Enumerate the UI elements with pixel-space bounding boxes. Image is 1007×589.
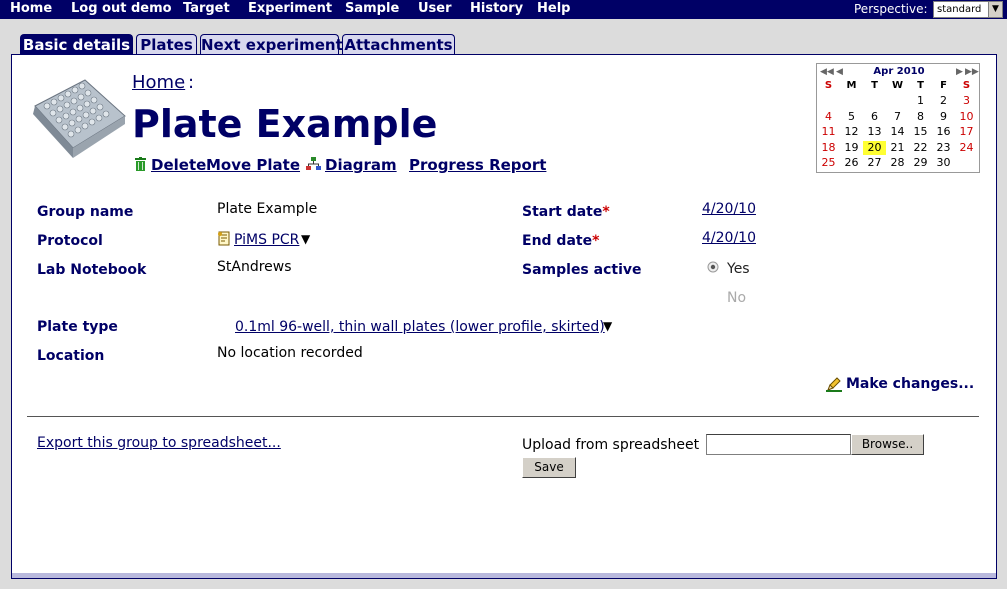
calendar-weekday-header: F: [940, 80, 947, 91]
nav-history[interactable]: History: [470, 1, 523, 17]
browse-button[interactable]: Browse..: [851, 434, 924, 455]
calendar-weekday-header: W: [891, 80, 904, 91]
samples-active-no: No: [727, 290, 747, 306]
calendar-day-today[interactable]: 20: [863, 140, 886, 155]
diagram-icon[interactable]: [306, 157, 321, 171]
tab-next-experiment[interactable]: Next experiment: [200, 34, 343, 55]
nav-home[interactable]: Home: [10, 1, 52, 17]
calendar-day[interactable]: 15: [909, 125, 932, 139]
nav-user[interactable]: User: [418, 1, 452, 17]
nav-sample[interactable]: Sample: [345, 1, 399, 17]
calendar-day[interactable]: 3: [955, 94, 978, 108]
calendar-weekday-header: T: [917, 80, 924, 91]
protocol-link[interactable]: PiMS PCR: [234, 231, 299, 249]
perspective-label: Perspective:: [854, 2, 928, 16]
calendar-weekday-header: S: [824, 80, 833, 91]
calendar-day[interactable]: 21: [886, 141, 909, 155]
calendar-day[interactable]: 1: [909, 94, 932, 108]
protocol-icon: [218, 231, 230, 246]
end-date-label: End date*: [522, 233, 600, 249]
top-navigation-bar: Home Log out demo Target Experiment Samp…: [0, 0, 1007, 19]
required-marker: *: [602, 204, 610, 220]
move-plate-link[interactable]: Move Plate: [206, 155, 300, 175]
lab-notebook-value: StAndrews: [217, 259, 292, 275]
calendar-day[interactable]: 4: [817, 110, 840, 124]
calendar-day[interactable]: 14: [886, 125, 909, 139]
breadcrumb-separator: :: [188, 72, 195, 93]
location-value: No location recorded: [217, 345, 363, 361]
samples-active-yes-radio[interactable]: [707, 261, 719, 273]
lab-notebook-label: Lab Notebook: [37, 262, 147, 278]
calendar-day[interactable]: 16: [932, 125, 955, 139]
next-month-icon[interactable]: ▶: [956, 66, 963, 78]
chevron-down-icon: ▼: [988, 2, 1002, 17]
calendar-weekday-header: M: [846, 80, 857, 91]
calendar-day[interactable]: 12: [840, 125, 863, 139]
nav-log-out[interactable]: Log out demo: [71, 1, 172, 17]
nav-target[interactable]: Target: [183, 1, 230, 17]
calendar-day[interactable]: 11: [817, 125, 840, 139]
calendar-day[interactable]: 24: [955, 141, 978, 155]
save-button[interactable]: Save: [522, 457, 576, 478]
calendar-widget: ◀◀ ◀ Apr 2010 ▶ ▶▶ S M T W T F S 1 2 3 4 5 6 7 8 9 10 11 1…: [816, 63, 980, 173]
page-title: Plate Example: [132, 102, 438, 146]
calendar-day[interactable]: 18: [817, 141, 840, 155]
upload-label: Upload from spreadsheet: [522, 437, 700, 453]
trash-icon[interactable]: [135, 157, 146, 171]
calendar-day[interactable]: 26: [840, 156, 863, 170]
delete-link[interactable]: Delete: [151, 155, 206, 175]
calendar-day[interactable]: 25: [817, 156, 840, 170]
calendar-day[interactable]: 19: [840, 141, 863, 155]
calendar-day[interactable]: 30: [932, 156, 955, 170]
group-name-value: Plate Example: [217, 201, 318, 217]
calendar-day[interactable]: 23: [932, 141, 955, 155]
calendar-weekday-header: T: [871, 80, 878, 91]
breadcrumb-home-link[interactable]: Home: [132, 72, 185, 94]
group-name-label: Group name: [37, 204, 134, 220]
calendar-day[interactable]: 10: [955, 110, 978, 124]
end-date-link[interactable]: 4/20/10: [702, 229, 756, 247]
tab-attachments[interactable]: Attachments: [342, 34, 455, 55]
location-label: Location: [37, 348, 105, 364]
calendar-day[interactable]: 2: [932, 94, 955, 108]
plate-type-link[interactable]: 0.1ml 96-well, thin wall plates (lower p…: [235, 318, 605, 336]
pencil-icon[interactable]: [826, 377, 842, 392]
samples-active-label: Samples active: [522, 262, 642, 278]
calendar-day[interactable]: 5: [840, 110, 863, 124]
start-date-label: Start date*: [522, 204, 610, 220]
tab-basic-details[interactable]: Basic details: [20, 34, 133, 55]
calendar-weekday-header: S: [962, 80, 971, 91]
calendar-day[interactable]: 27: [863, 156, 886, 170]
required-marker: *: [592, 233, 600, 249]
samples-active-yes: Yes: [727, 261, 750, 277]
upload-file-field[interactable]: [706, 434, 851, 455]
make-changes-link[interactable]: Make changes...: [846, 375, 974, 393]
plate-type-label: Plate type: [37, 319, 118, 335]
next-year-icon[interactable]: ▶▶: [965, 66, 979, 78]
panel-footer: [11, 573, 997, 579]
section-divider: [27, 416, 979, 417]
calendar-day[interactable]: 7: [886, 110, 909, 124]
protocol-label: Protocol: [37, 233, 103, 249]
plate-image: [33, 79, 126, 158]
diagram-link[interactable]: Diagram: [325, 155, 397, 175]
calendar-day[interactable]: 13: [863, 125, 886, 139]
calendar-day[interactable]: 29: [909, 156, 932, 170]
caret-down-icon[interactable]: ▼: [603, 317, 612, 335]
start-date-link[interactable]: 4/20/10: [702, 200, 756, 218]
nav-help[interactable]: Help: [537, 1, 570, 17]
progress-report-link[interactable]: Progress Report: [409, 155, 546, 175]
calendar-day[interactable]: 28: [886, 156, 909, 170]
caret-down-icon[interactable]: ▼: [301, 230, 310, 248]
export-spreadsheet-link[interactable]: Export this group to spreadsheet...: [37, 434, 281, 452]
perspective-value: standard: [937, 4, 982, 15]
tab-plates[interactable]: Plates: [136, 34, 197, 55]
calendar-day[interactable]: 8: [909, 110, 932, 124]
calendar-day[interactable]: 22: [909, 141, 932, 155]
calendar-day[interactable]: 6: [863, 110, 886, 124]
nav-experiment[interactable]: Experiment: [248, 1, 332, 17]
calendar-day[interactable]: 17: [955, 125, 978, 139]
calendar-day[interactable]: 9: [932, 110, 955, 124]
perspective-select[interactable]: standard ▼: [933, 1, 1003, 18]
